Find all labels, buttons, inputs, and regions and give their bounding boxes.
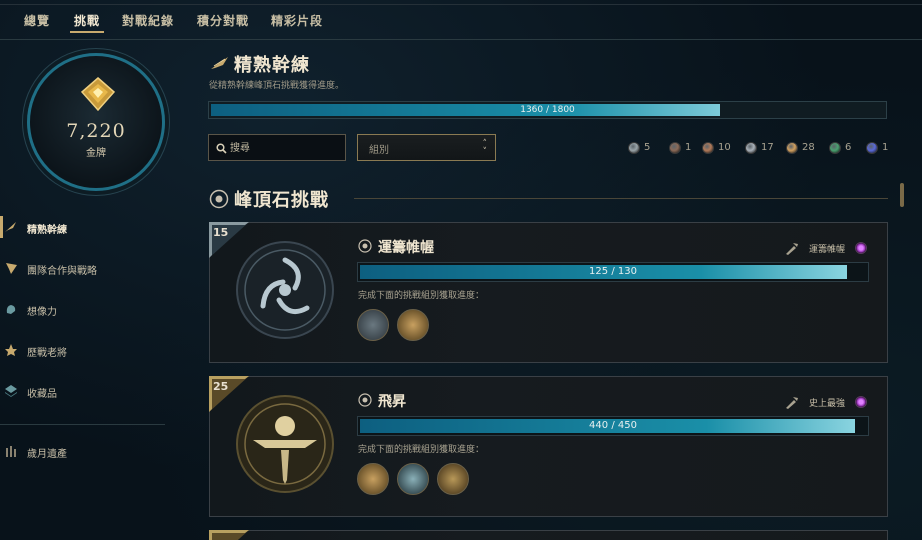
sidebar-item-veterancy[interactable]: 歷戰老將 — [0, 339, 190, 365]
challenge-progress-bar: 125 / 130 — [357, 262, 869, 282]
section-title: 峰頂石挑戰 — [234, 190, 329, 211]
legacy-icon — [6, 446, 16, 457]
challenge-level: 25 — [213, 380, 229, 393]
sidebar-item-collection[interactable]: 收藏品 — [0, 380, 190, 406]
sidebar-item-expertise[interactable]: 精熟幹練 — [0, 216, 190, 242]
challenge-points: 7,220 — [66, 120, 126, 142]
challenge-progress-bar: 440 / 450 — [357, 416, 869, 436]
sidebar-item-imagination[interactable]: 想像力 — [0, 298, 190, 324]
veteran-star-icon — [5, 344, 17, 356]
tier-gem-icon — [786, 142, 798, 154]
imagination-icon — [6, 305, 16, 314]
challenge-rank-emblem: 7,220 金牌 — [27, 53, 165, 191]
rank-label: 金牌 — [86, 148, 106, 159]
blade-icon — [5, 222, 16, 232]
tier-gem-icon — [829, 142, 841, 154]
tier-count: 28 — [802, 142, 815, 153]
progress-text: 1360 / 1800 — [520, 105, 575, 115]
collection-stack-icon — [5, 385, 17, 397]
challenge-description: 完成下面的挑戰組別獲取進度： — [358, 445, 485, 455]
page-title: 精熟幹練 — [234, 55, 310, 76]
challenge-title: 飛昇 — [378, 394, 406, 410]
tier-gem-icon — [702, 142, 714, 154]
capstone-target-icon — [358, 239, 372, 253]
capstone-card-next[interactable] — [209, 530, 888, 540]
master-tier-gem-icon — [855, 242, 867, 254]
group-icon-pyramid[interactable] — [357, 309, 389, 341]
tier-count: 1 — [685, 142, 692, 153]
challenge-title: 運籌帷幄 — [378, 240, 434, 256]
title-reward: 史上最強 — [777, 395, 867, 409]
category-progress-bar: 1360 / 1800 — [208, 101, 887, 119]
sidebar-item-legacy[interactable]: 歲月遺產 — [0, 440, 190, 466]
capstone-card-strategy[interactable]: 15 運籌帷幄 運籌帷幄 125 / 130 完成下面的挑戰組別獲取進度： — [209, 222, 888, 363]
section-divider — [354, 198, 888, 199]
flag-icon — [6, 263, 17, 274]
progress-text: 125 / 130 — [589, 266, 637, 277]
tier-count: 10 — [718, 142, 731, 153]
level-corner-badge — [209, 530, 249, 540]
sidebar-item-label: 團隊合作與戰略 — [27, 266, 97, 277]
group-icon-helmet[interactable] — [357, 463, 389, 495]
strategy-crest-icon — [236, 241, 334, 339]
tier-gem-icon — [669, 142, 681, 154]
tier-gem-icon — [866, 142, 878, 154]
sidebar-divider — [0, 424, 165, 425]
tier-count: 1 — [882, 142, 889, 153]
group-dropdown[interactable]: 組別 ˄ ˅ — [357, 134, 496, 161]
tier-count: 5 — [644, 142, 651, 153]
tier-gem-icon — [745, 142, 757, 154]
tab-ranked[interactable]: 積分對戰 — [197, 12, 249, 29]
tab-highlights[interactable]: 精彩片段 — [271, 12, 323, 29]
sidebar-item-label: 歲月遺產 — [27, 449, 67, 460]
tier-count: 6 — [845, 142, 852, 153]
progress-text: 440 / 450 — [589, 420, 637, 431]
tier-count: 17 — [761, 142, 774, 153]
challenge-level: 15 — [213, 226, 229, 239]
sidebar-item-label: 歷戰老將 — [27, 348, 67, 359]
expertise-blade-icon — [211, 57, 228, 69]
gold-rank-gem-icon — [80, 77, 116, 112]
search-box — [208, 134, 346, 161]
search-icon — [216, 143, 227, 154]
chevron-up-down-icon: ˄ ˅ — [482, 139, 488, 157]
tab-overview[interactable]: 總覽 — [24, 12, 50, 29]
capstone-card-ascension[interactable]: 25 飛昇 史上最強 440 / 450 完成下面的挑戰組別獲取進度： — [209, 376, 888, 517]
capstone-target-icon — [358, 393, 372, 407]
dropdown-value: 組別 — [369, 145, 389, 156]
tab-challenges[interactable]: 挑戰 — [69, 12, 105, 33]
challenge-description: 完成下面的挑戰組別獲取進度： — [358, 291, 485, 301]
reward-label: 運籌帷幄 — [808, 245, 845, 255]
tab-match-history[interactable]: 對戰紀錄 — [122, 12, 174, 29]
sidebar-item-label: 收藏品 — [27, 389, 57, 400]
group-icon-sword[interactable] — [437, 463, 469, 495]
master-tier-gem-icon — [855, 396, 867, 408]
sidebar-item-label: 想像力 — [27, 307, 57, 318]
search-input[interactable] — [230, 139, 340, 157]
sidebar-item-teamwork[interactable]: 團隊合作與戰略 — [0, 257, 190, 283]
scrollbar-thumb[interactable] — [900, 183, 904, 207]
group-icon-ship[interactable] — [397, 309, 429, 341]
sidebar-item-label: 精熟幹練 — [27, 225, 67, 236]
capstone-target-icon — [209, 189, 229, 209]
reward-label: 史上最強 — [808, 399, 845, 409]
tier-gem-icon — [628, 142, 640, 154]
ascension-crest-icon — [236, 395, 334, 493]
title-reward-icon — [786, 243, 798, 255]
title-reward-icon — [786, 397, 798, 409]
top-navigation: 總覽 挑戰 對戰紀錄 積分對戰 精彩片段 — [0, 0, 922, 40]
group-icon-skull[interactable] — [397, 463, 429, 495]
page-subtitle: 從精熟幹練峰頂石挑戰獲得進度。 — [209, 81, 345, 91]
title-reward: 運籌帷幄 — [777, 241, 867, 255]
